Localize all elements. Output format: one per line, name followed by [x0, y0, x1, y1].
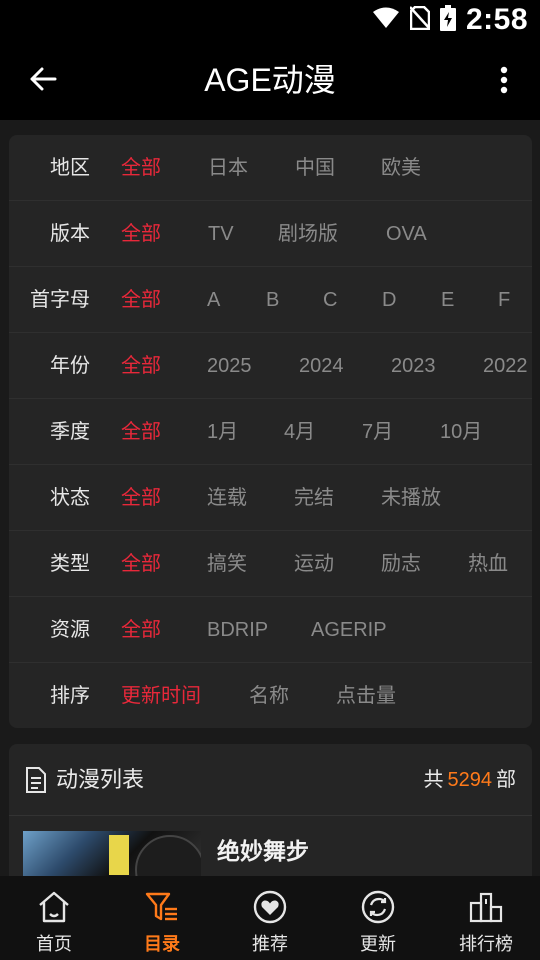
filter-label: 首字母	[30, 289, 90, 311]
filter-icon	[145, 890, 179, 924]
status-time: 2:58	[465, 3, 528, 36]
filter-row-sort: 排序 更新时间 名称 点击量	[9, 663, 532, 728]
filter-label: 季度	[50, 421, 90, 443]
filter-option[interactable]: A	[207, 267, 220, 333]
document-icon	[26, 767, 46, 793]
filter-option[interactable]: 2022	[483, 333, 528, 399]
filter-option[interactable]: D	[382, 267, 396, 333]
filter-row-status: 状态 全部 连载 完结 未播放	[9, 465, 532, 531]
filter-row-season: 季度 全部 1月 4月 7月 10月	[9, 399, 532, 465]
filter-option[interactable]: 2025	[207, 333, 252, 399]
podium-icon	[469, 890, 503, 924]
filter-panel: 地区 全部 日本 中国 欧美 版本 全部 TV 剧场版 OVA 首字母 全部 A…	[9, 135, 532, 728]
filter-option[interactable]: 点击量	[336, 663, 396, 728]
status-bar: 2:58	[0, 0, 540, 40]
filter-label: 排序	[50, 685, 90, 707]
back-button[interactable]	[22, 58, 64, 100]
filter-option[interactable]: F	[498, 267, 510, 333]
nav-label: 推荐	[252, 934, 288, 954]
filter-option[interactable]: 1月	[207, 399, 238, 465]
filter-option[interactable]: 剧场版	[278, 201, 338, 267]
nav-label: 更新	[360, 934, 396, 954]
filter-option[interactable]: 全部	[121, 135, 161, 201]
count-number: 5294	[447, 769, 493, 791]
filter-option[interactable]: 连载	[207, 465, 247, 531]
nav-label: 目录	[144, 934, 180, 954]
filter-option[interactable]: 中国	[295, 135, 335, 201]
filter-option[interactable]: OVA	[386, 201, 427, 267]
heart-icon	[253, 890, 287, 924]
wifi-icon	[372, 7, 400, 34]
filter-option[interactable]: C	[323, 267, 337, 333]
nav-item-ranking[interactable]: 排行榜	[432, 876, 540, 960]
nav-item-catalog[interactable]: 目录	[108, 876, 216, 960]
filter-option[interactable]: 欧美	[381, 135, 421, 201]
filter-option[interactable]: B	[266, 267, 279, 333]
filter-option[interactable]: 4月	[284, 399, 315, 465]
filter-option[interactable]: 7月	[362, 399, 393, 465]
filter-row-version: 版本 全部 TV 剧场版 OVA	[9, 201, 532, 267]
filter-row-region: 地区 全部 日本 中国 欧美	[9, 135, 532, 201]
filter-option[interactable]: 未播放	[381, 465, 441, 531]
filter-label: 资源	[50, 619, 90, 641]
count-suffix: 部	[496, 769, 516, 791]
filter-option[interactable]: 日本	[208, 135, 248, 201]
no-sim-icon	[409, 5, 431, 35]
filter-label: 类型	[50, 553, 90, 575]
filter-label: 状态	[50, 487, 90, 509]
filter-label: 年份	[50, 355, 90, 377]
arrow-left-icon	[30, 67, 57, 91]
filter-row-resource: 资源 全部 BDRIP AGERIP	[9, 597, 532, 663]
home-icon	[37, 890, 71, 924]
anime-count: 共 5294 部	[424, 744, 517, 816]
filter-option[interactable]: 2024	[299, 333, 344, 399]
battery-charging-icon	[439, 4, 456, 36]
filter-option[interactable]: 名称	[249, 663, 289, 728]
nav-item-recommend[interactable]: 推荐	[216, 876, 324, 960]
filter-option[interactable]: AGERIP	[311, 597, 387, 663]
filter-label: 地区	[50, 157, 90, 179]
count-prefix: 共	[423, 769, 444, 791]
nav-label: 排行榜	[459, 934, 513, 954]
status-icons: 2:58	[372, 0, 528, 40]
filter-option[interactable]: 全部	[121, 531, 161, 597]
filter-option[interactable]: 全部	[121, 465, 161, 531]
filter-option[interactable]: TV	[208, 201, 234, 267]
filter-option[interactable]: 全部	[121, 267, 161, 333]
app-title: AGE动漫	[204, 62, 336, 98]
filter-option[interactable]: 搞笑	[207, 531, 247, 597]
filter-option[interactable]: 全部	[121, 201, 161, 267]
refresh-icon	[361, 890, 395, 924]
nav-item-home[interactable]: 首页	[0, 876, 108, 960]
filter-option[interactable]: 运动	[294, 531, 334, 597]
more-menu-button[interactable]	[484, 60, 524, 100]
bottom-nav: 首页 目录 推荐 更新 排行榜	[0, 876, 540, 960]
filter-row-initial: 首字母 全部 A B C D E F	[9, 267, 532, 333]
filter-option[interactable]: 完结	[294, 465, 334, 531]
filter-option[interactable]: 全部	[121, 399, 161, 465]
filter-option[interactable]: 10月	[440, 399, 482, 465]
filter-row-genre: 类型 全部 搞笑 运动 励志 热血	[9, 531, 532, 597]
anime-list-title: 动漫列表	[56, 767, 145, 792]
filter-option[interactable]: 全部	[121, 333, 161, 399]
anime-list-header: 动漫列表 共 5294 部	[9, 744, 532, 816]
nav-label: 首页	[36, 934, 72, 954]
filter-option[interactable]: BDRIP	[207, 597, 268, 663]
filter-option[interactable]: 2023	[391, 333, 436, 399]
filter-label: 版本	[50, 223, 90, 245]
thumbnail-tag	[109, 835, 129, 875]
app-bar: AGE动漫	[0, 40, 540, 120]
filter-option[interactable]: E	[441, 267, 454, 333]
anime-item-title[interactable]: 绝妙舞步	[217, 832, 309, 866]
more-vertical-icon	[500, 66, 508, 94]
filter-option[interactable]: 励志	[381, 531, 421, 597]
filter-row-year: 年份 全部 2025 2024 2023 2022	[9, 333, 532, 399]
filter-option[interactable]: 全部	[121, 597, 161, 663]
filter-option[interactable]: 热血	[468, 531, 508, 597]
filter-option[interactable]: 更新时间	[121, 663, 201, 728]
nav-item-update[interactable]: 更新	[324, 876, 432, 960]
